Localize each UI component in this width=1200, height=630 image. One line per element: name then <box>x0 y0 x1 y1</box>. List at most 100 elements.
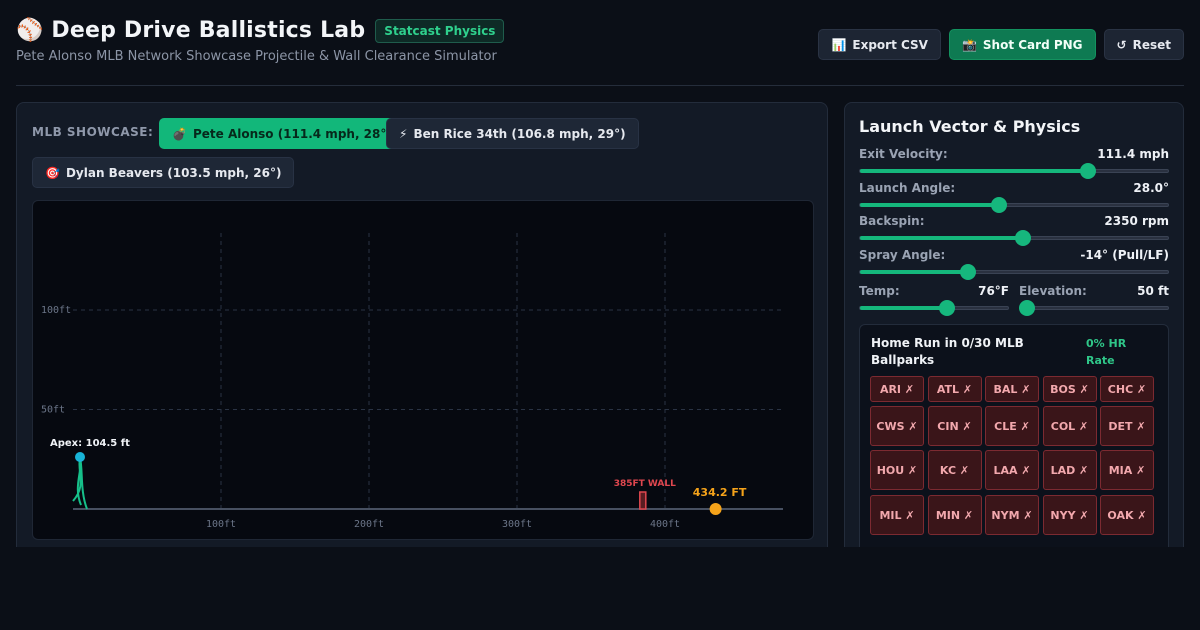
slider-track[interactable] <box>1019 300 1169 316</box>
ballpark-col: COL ✗ <box>1042 406 1097 446</box>
camera-icon: 📸 <box>961 37 977 52</box>
slider-handle[interactable] <box>1015 230 1032 246</box>
ballpark-atl: ATL ✗ <box>927 376 982 402</box>
slider-label: Spray Angle: <box>859 248 946 262</box>
slider-fill <box>860 236 1024 240</box>
header-divider <box>16 85 1184 86</box>
shot-card-label: Shot Card PNG <box>982 37 1083 52</box>
spray-angle-slider: Spray Angle: -14° (Pull/LF) <box>859 248 1169 280</box>
landing-label: 434.2 FT <box>693 486 747 499</box>
ballpark-chc: CHC ✗ <box>1100 376 1154 402</box>
trajectory-chart: 100ft 200ft 300ft 400ft 50ft 100ft 385FT WALL A… <box>41 233 783 530</box>
x-tick-label: 400ft <box>650 519 680 530</box>
slider-label: Backspin: <box>859 214 925 228</box>
ballpark-min: MIN ✗ <box>927 495 982 535</box>
slider-label: Launch Angle: <box>859 181 956 195</box>
ballpark-lad: LAD ✗ <box>1042 450 1097 490</box>
x-tick-label: 300ft <box>502 519 532 530</box>
trajectory-plot[interactable]: 100ft 200ft 300ft 400ft 50ft 100ft 385FT WALL A… <box>32 200 814 540</box>
preset-dylan-beavers[interactable]: 🎯 Dylan Beavers (103.5 mph, 26°) <box>32 157 295 188</box>
ballpark-results: Home Run in 0/30 MLB Ballparks 0% HR Rat… <box>859 324 1169 547</box>
baseball-icon: ⚾ <box>16 17 44 43</box>
elevation-slider: Elevation: 50 ft <box>1019 284 1169 316</box>
launch-angle-slider: Launch Angle: 28.0° <box>859 181 1169 213</box>
bomb-icon: 💣 <box>172 126 187 141</box>
slider-handle[interactable] <box>959 264 976 280</box>
header: ⚾ Deep Drive Ballistics Lab Statcast Phy… <box>16 18 1184 70</box>
ballpark-cws: CWS ✗ <box>870 406 924 446</box>
slider-label: Exit Velocity: <box>859 147 948 161</box>
slider-value: 50 ft <box>1137 284 1169 298</box>
slider-value: 2350 rpm <box>1104 214 1169 228</box>
slider-fill <box>860 203 999 207</box>
slider-handle[interactable] <box>939 300 956 316</box>
slider-fill <box>860 270 968 274</box>
y-tick-label: 100ft <box>41 305 71 316</box>
ballpark-oak: OAK ✗ <box>1100 495 1154 535</box>
y-tick-label: 50ft <box>41 405 65 416</box>
physics-title: Launch Vector & Physics <box>859 117 1081 136</box>
slider-label: Temp: <box>859 284 900 298</box>
ballpark-cin: CIN ✗ <box>927 406 982 446</box>
ballpark-laa: LAA ✗ <box>985 450 1039 490</box>
reset-button[interactable]: ↺ Reset <box>1103 29 1184 60</box>
slider-label: Elevation: <box>1019 284 1087 298</box>
target-icon: 🎯 <box>45 165 60 180</box>
ballpark-bal: BAL ✗ <box>985 376 1039 402</box>
landing-marker <box>709 503 722 515</box>
preset-pete-alonso[interactable]: 💣 Pete Alonso (111.4 mph, 28°) <box>159 118 405 149</box>
ballpark-results-title: Home Run in 0/30 MLB Ballparks <box>871 336 1024 367</box>
app-title: Deep Drive Ballistics Lab <box>51 18 366 43</box>
slider-fill <box>860 169 1088 173</box>
slider-value: -14° (Pull/LF) <box>1080 248 1169 262</box>
x-tick-label: 200ft <box>354 519 384 530</box>
ballpark-ari: ARI ✗ <box>870 376 924 402</box>
slider-value: 111.4 mph <box>1097 147 1169 161</box>
preset-label: Pete Alonso (111.4 mph, 28°) <box>192 126 392 141</box>
slider-value: 28.0° <box>1133 181 1169 195</box>
backspin-slider: Backspin: 2350 rpm <box>859 214 1169 246</box>
x-tick-label: 100ft <box>206 519 236 530</box>
slider-handle[interactable] <box>1079 163 1096 179</box>
exit-velocity-slider: Exit Velocity: 111.4 mph <box>859 147 1169 179</box>
reset-icon: ↺ <box>1116 37 1127 52</box>
preset-label: Dylan Beavers (103.5 mph, 26°) <box>65 165 282 180</box>
physics-panel: Launch Vector & Physics Exit Velocity: 11… <box>844 102 1184 547</box>
ballpark-cle: CLE ✗ <box>985 406 1039 446</box>
slider-track[interactable] <box>859 230 1169 246</box>
showcase-label: MLB SHOWCASE: <box>32 125 154 139</box>
slider-track[interactable] <box>859 163 1169 179</box>
chart-icon: 📊 <box>831 37 847 52</box>
slider-handle[interactable] <box>990 197 1007 213</box>
ballpark-hou: HOU ✗ <box>870 450 924 490</box>
wall-label: 385FT WALL <box>614 479 676 489</box>
slider-track[interactable] <box>859 300 1009 316</box>
hr-rate: 0% HR Rate <box>1086 337 1127 367</box>
statcast-badge: Statcast Physics <box>375 18 505 43</box>
ballpark-nym: NYM ✗ <box>985 495 1039 535</box>
ballpark-mil: MIL ✗ <box>870 495 924 535</box>
ballpark-bos: BOS ✗ <box>1042 376 1097 402</box>
slider-value: 76°F <box>978 284 1009 298</box>
shot-card-png-button[interactable]: 📸 Shot Card PNG <box>948 29 1096 60</box>
export-csv-button[interactable]: 📊 Export CSV <box>818 29 941 60</box>
ballpark-mia: MIA ✗ <box>1100 450 1154 490</box>
reset-label: Reset <box>1132 37 1171 52</box>
outfield-wall <box>639 491 647 510</box>
ballpark-det: DET ✗ <box>1100 406 1154 446</box>
slider-handle[interactable] <box>1019 300 1036 316</box>
header-actions: 📊 Export CSV 📸 Shot Card PNG ↺ Reset <box>818 29 1184 60</box>
export-csv-label: Export CSV <box>852 37 928 52</box>
slider-track[interactable] <box>859 264 1169 280</box>
slider-fill <box>860 306 948 310</box>
preset-label: Ben Rice 34th (106.8 mph, 29°) <box>413 126 626 141</box>
trajectory-panel: MLB SHOWCASE: 💣 Pete Alonso (111.4 mph, … <box>16 102 828 547</box>
ballpark-kc: KC ✗ <box>927 450 982 490</box>
apex-label: Apex: 104.5 ft <box>50 438 130 449</box>
preset-ben-rice[interactable]: ⚡ Ben Rice 34th (106.8 mph, 29°) <box>386 118 639 149</box>
apex-marker <box>75 452 85 462</box>
lightning-icon: ⚡ <box>399 126 408 141</box>
slider-track[interactable] <box>859 197 1169 213</box>
temp-slider: Temp: 76°F <box>859 284 1009 316</box>
ballpark-nyy: NYY ✗ <box>1042 495 1097 535</box>
